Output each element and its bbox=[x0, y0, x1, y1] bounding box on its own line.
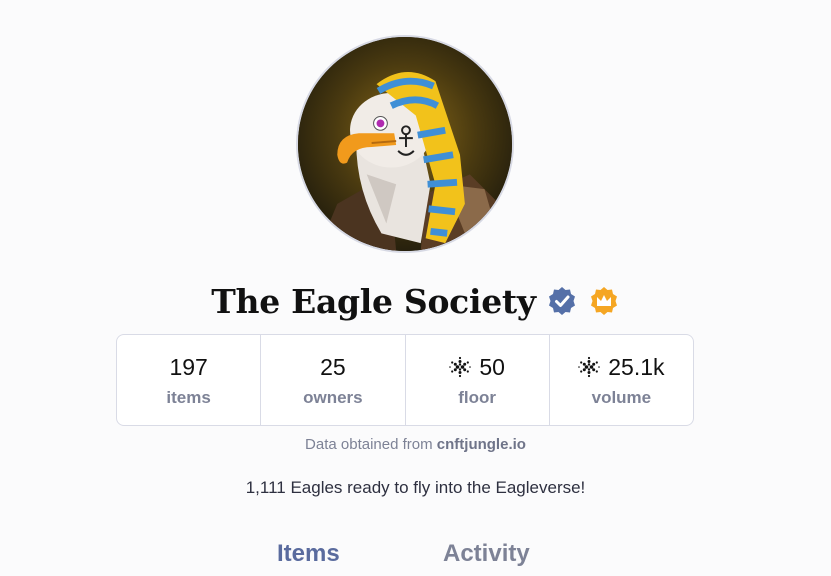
stat-items-label: items bbox=[166, 388, 211, 407]
stat-owners-value: 25 bbox=[320, 353, 346, 380]
collection-title: The Eagle Society bbox=[211, 281, 536, 321]
collection-page: The Eagle Society 197 items 25 owners 50… bbox=[0, 0, 831, 576]
collection-avatar bbox=[296, 35, 514, 253]
crown-badge-icon bbox=[590, 287, 617, 315]
stat-owners-label: owners bbox=[303, 388, 363, 407]
stat-owners: 25 owners bbox=[261, 335, 406, 425]
stat-items: 197 items bbox=[117, 335, 262, 425]
cardano-ada-icon bbox=[578, 356, 601, 378]
tab-activity[interactable]: Activity bbox=[443, 540, 530, 568]
stat-volume-label: volume bbox=[591, 388, 652, 407]
stat-floor-value: 50 bbox=[449, 352, 505, 382]
stat-floor-label: floor bbox=[458, 388, 497, 407]
data-source-note: Data obtained from cnftjungle.io bbox=[0, 436, 831, 453]
eagle-pharaoh-avatar bbox=[298, 37, 512, 251]
data-source-prefix: Data obtained from bbox=[305, 436, 433, 453]
stat-volume-value: 25.1k bbox=[578, 352, 665, 382]
verified-badge-icon bbox=[548, 287, 575, 315]
collection-stats: 197 items 25 owners 50 floor 25.1k volum… bbox=[116, 334, 694, 426]
collection-title-row: The Eagle Society bbox=[0, 276, 831, 326]
stat-volume: 25.1k volume bbox=[550, 335, 693, 425]
data-source-link[interactable]: cnftjungle.io bbox=[437, 436, 526, 453]
tab-items[interactable]: Items bbox=[277, 540, 340, 568]
collection-tabs: Items Activity bbox=[0, 540, 831, 576]
stat-floor: 50 floor bbox=[406, 335, 550, 425]
cardano-ada-icon bbox=[449, 356, 472, 378]
collection-description: 1,111 Eagles ready to fly into the Eagle… bbox=[245, 478, 586, 497]
stat-items-value: 197 bbox=[169, 353, 208, 380]
